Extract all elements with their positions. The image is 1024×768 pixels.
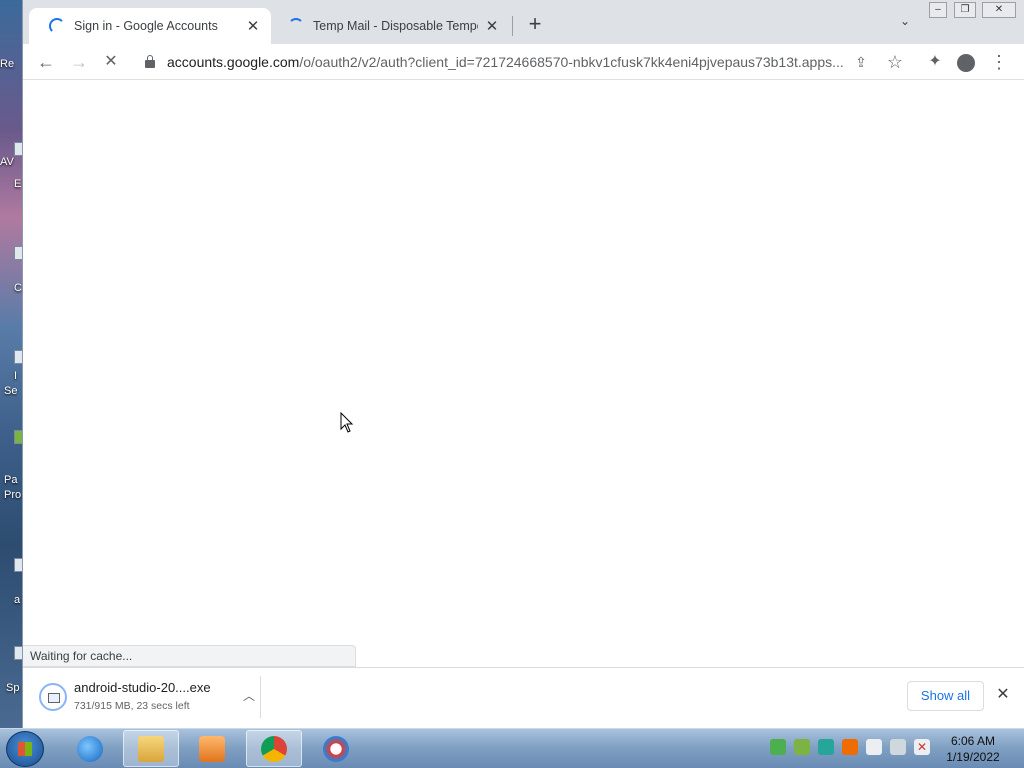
internet-explorer-icon [77,735,103,762]
desktop-icon[interactable] [0,430,22,444]
close-window-button[interactable]: ✕ [982,2,1016,18]
close-shelf-icon[interactable]: ✕ [993,684,1013,704]
tray-app-icon[interactable] [818,739,834,755]
desktop-icon[interactable]: AV [0,142,22,168]
system-tray: ✕ [770,739,930,759]
back-button[interactable]: ← [34,50,58,74]
desktop-icon[interactable] [0,558,22,572]
forward-button[interactable]: → [67,50,91,74]
shield-icon [323,735,349,762]
new-tab-button[interactable]: + [523,12,547,36]
tab-title: Temp Mail - Disposable Tempora [313,19,478,33]
desktop-icon-label: E [14,178,22,190]
download-item[interactable]: android-studio-20....exe 731/915 MB, 23 … [37,679,259,719]
clock[interactable]: 6:06 AM 1/19/2022 [938,733,1008,765]
vpn-app[interactable] [308,730,364,767]
desktop-icon-label: a [14,594,21,606]
loading-spinner-icon [288,18,304,34]
chrome-icon [261,735,287,762]
address-bar[interactable]: accounts.google.com/o/oauth2/v2/auth?cli… [133,48,903,76]
chrome-app[interactable] [246,730,302,767]
internet-explorer-app[interactable] [62,730,118,767]
download-filename: android-studio-20....exe [74,680,211,695]
action-center-flag-icon[interactable] [866,739,882,755]
tab-search-chevron-down-icon[interactable]: ⌄ [895,14,915,34]
lock-icon[interactable] [145,55,155,68]
media-player-app[interactable] [184,730,240,767]
loading-spinner-icon [49,18,65,34]
desktop-icon[interactable] [0,646,22,660]
desktop-icon-label: Pa [4,474,18,486]
clock-date: 1/19/2022 [946,750,1000,764]
url-text[interactable]: accounts.google.com/o/oauth2/v2/auth?cli… [167,54,903,70]
desktop-icon[interactable]: Re [0,58,22,70]
menu-kebab-icon[interactable]: ⋮ [987,50,1011,74]
taskbar: ✕ 6:06 AM 1/19/2022 [0,728,1024,768]
show-all-button[interactable]: Show all [907,681,984,711]
tray-app-icon[interactable] [842,739,858,755]
browser-window: Sign in - Google Accounts ✕ Temp Mail - … [22,0,1024,728]
desktop-icon-label: Se [4,385,18,397]
desktop-icon[interactable] [0,246,22,260]
page-content[interactable] [23,81,1024,667]
close-tab-icon[interactable]: ✕ [245,17,261,35]
tab-strip: Sign in - Google Accounts ✕ Temp Mail - … [23,0,1024,44]
download-progress-icon [39,683,67,711]
tab-title: Sign in - Google Accounts [74,19,218,33]
desktop-icon-label: Pro [4,489,22,501]
desktop-icon-label: Sp [6,682,20,694]
bookmark-star-icon[interactable]: ☆ [883,50,907,74]
desktop-icon-label: C [14,282,22,294]
file-explorer-app[interactable] [123,730,179,767]
profile-icon[interactable] [954,50,978,74]
volume-muted-icon[interactable]: ✕ [914,739,930,755]
utorrent-tray-icon[interactable] [794,739,810,755]
chevron-up-icon[interactable]: ︿ [243,687,255,704]
extensions-puzzle-icon[interactable]: ✦ [923,50,947,74]
status-bubble: Waiting for cache... [23,645,356,667]
minimize-button[interactable]: – [929,2,947,18]
close-tab-icon[interactable]: ✕ [484,17,500,35]
start-button[interactable] [6,731,44,767]
restore-button[interactable]: ❐ [954,2,976,18]
download-shelf: android-studio-20....exe 731/915 MB, 23 … [23,667,1024,728]
stop-loading-button[interactable]: ✕ [99,50,123,74]
share-icon[interactable]: ⇪ [849,50,873,74]
desktop-icon-label: I [14,370,18,382]
desktop-icon[interactable] [0,350,22,364]
clock-time: 6:06 AM [950,734,996,748]
browser-toolbar: ← → ✕ accounts.google.com/o/oauth2/v2/au… [23,44,1024,80]
tab-temp-mail[interactable]: Temp Mail - Disposable Tempora ✕ [268,8,510,44]
tab-google-sign-in[interactable]: Sign in - Google Accounts ✕ [29,8,271,44]
folder-icon [138,735,164,762]
mouse-cursor-icon [340,412,354,433]
media-player-icon [199,735,225,762]
divider [260,676,261,718]
security-tray-icon[interactable] [770,739,786,755]
network-icon[interactable] [890,739,906,755]
tab-separator [512,16,513,36]
download-status: 731/915 MB, 23 secs left [74,700,190,712]
